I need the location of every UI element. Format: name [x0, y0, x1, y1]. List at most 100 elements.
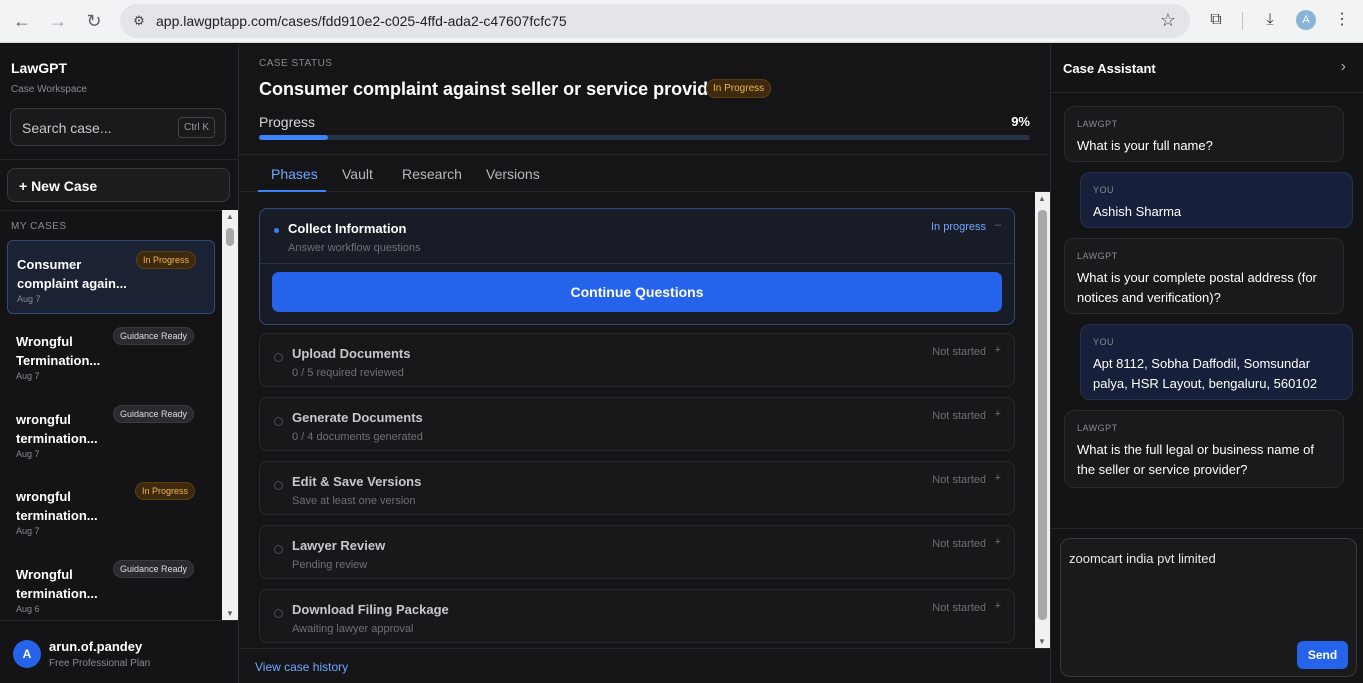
- phase-subtitle: Pending review: [292, 559, 368, 571]
- back-arrow-icon[interactable]: ←: [9, 8, 35, 34]
- case-date: Aug 6: [16, 604, 40, 614]
- scroll-up-icon[interactable]: ▲: [226, 212, 234, 221]
- collapse-toggle[interactable]: –: [995, 219, 1001, 231]
- message-input[interactable]: zoomcart india pvt limited Send: [1060, 538, 1357, 677]
- expand-toggle[interactable]: +: [995, 408, 1001, 420]
- divider: [0, 210, 239, 211]
- phase-card-download-filing-package[interactable]: Download Filing Package Awaiting lawyer …: [259, 589, 1015, 643]
- case-status-label: CASE STATUS: [259, 58, 333, 69]
- chevron-right-icon[interactable]: ›: [1341, 58, 1346, 76]
- phases-list: Collect Information Answer workflow ques…: [239, 193, 1035, 648]
- progress-label: Progress: [259, 114, 316, 130]
- expand-toggle[interactable]: +: [995, 600, 1001, 612]
- status-badge: In Progress: [706, 79, 772, 98]
- search-placeholder: Search case...: [22, 120, 112, 136]
- progress-fill: [259, 135, 329, 140]
- case-title: Consumer complaint again...: [17, 257, 127, 291]
- message-text: What is your complete postal address (fo…: [1077, 270, 1317, 305]
- page-title: Consumer complaint against seller or ser…: [259, 79, 726, 99]
- circle-icon: [274, 609, 283, 618]
- expand-toggle[interactable]: +: [995, 472, 1001, 484]
- scroll-down-icon[interactable]: ▼: [226, 609, 234, 618]
- message-text: Ashish Sharma: [1093, 204, 1182, 219]
- case-list-item[interactable]: wrongful termination... Guidance Ready A…: [7, 396, 215, 470]
- case-list-item[interactable]: Wrongful Termination... Guidance Ready A…: [7, 318, 215, 392]
- message-input-value: zoomcart india pvt limited: [1069, 551, 1216, 566]
- message-sender: LAWGPT: [1077, 251, 1118, 261]
- phases-scrollbar[interactable]: ▲ ▼: [1035, 192, 1050, 648]
- continue-questions-button[interactable]: Continue Questions: [272, 272, 1002, 312]
- circle-icon: [274, 545, 283, 554]
- scroll-up-icon[interactable]: ▲: [1038, 194, 1046, 203]
- my-cases-heading: MY CASES: [11, 221, 67, 232]
- case-list-item[interactable]: wrongful termination... In Progress Aug …: [7, 473, 215, 547]
- main-footer: View case history: [239, 648, 1050, 683]
- phase-title: Collect Information: [288, 221, 407, 236]
- chat-message: LAWGPT What is your complete postal addr…: [1064, 238, 1344, 314]
- phase-status: Not started: [932, 538, 986, 550]
- tab-bar: Phases Vault Research Versions: [239, 154, 1050, 192]
- case-list-item[interactable]: Consumer complaint again... In Progress …: [7, 240, 215, 314]
- case-list-item[interactable]: Wrongful termination... Guidance Ready A…: [7, 551, 215, 620]
- reload-icon[interactable]: ↻: [81, 8, 107, 34]
- phase-subtitle: Awaiting lawyer approval: [292, 623, 414, 635]
- forward-arrow-icon[interactable]: →: [45, 8, 71, 34]
- scroll-down-icon[interactable]: ▼: [1038, 637, 1046, 646]
- case-date: Aug 7: [17, 294, 41, 304]
- expand-toggle[interactable]: +: [995, 344, 1001, 356]
- message-composer: zoomcart india pvt limited Send: [1051, 528, 1363, 683]
- user-plan: Free Professional Plan: [49, 658, 151, 669]
- phase-title: Download Filing Package: [292, 602, 449, 617]
- expand-toggle[interactable]: +: [995, 536, 1001, 548]
- shortcut-hint: Ctrl K: [178, 117, 215, 138]
- new-case-button[interactable]: + New Case: [7, 168, 230, 202]
- scroll-thumb[interactable]: [1038, 210, 1047, 620]
- divider: [260, 263, 1014, 264]
- profile-avatar[interactable]: A: [1296, 10, 1316, 30]
- case-list-scrollbar[interactable]: ▲ ▼: [222, 210, 238, 620]
- address-bar[interactable]: ⚙ app.lawgptapp.com/cases/fdd910e2-c025-…: [120, 4, 1190, 38]
- sidebar: LawGPT Case Workspace Search case... Ctr…: [0, 44, 239, 683]
- phase-status: Not started: [932, 474, 986, 486]
- phase-title: Lawyer Review: [292, 538, 386, 553]
- circle-icon: [274, 417, 283, 426]
- site-settings-icon[interactable]: ⚙: [130, 12, 148, 30]
- user-profile[interactable]: A arun.of.pandey Free Professional Plan: [0, 620, 239, 683]
- scroll-thumb[interactable]: [226, 228, 234, 246]
- main-panel: CASE STATUS Consumer complaint against s…: [239, 44, 1050, 683]
- tab-phases[interactable]: Phases: [271, 166, 318, 182]
- extensions-icon[interactable]: ⧉: [1205, 9, 1227, 31]
- case-date: Aug 7: [16, 371, 40, 381]
- phase-card-upload-documents[interactable]: Upload Documents 0 / 5 required reviewed…: [259, 333, 1015, 387]
- case-date: Aug 7: [16, 526, 40, 536]
- assistant-title: Case Assistant: [1063, 61, 1156, 76]
- chat-message: YOU Apt 8112, Sobha Daffodil, Somsundar …: [1080, 324, 1353, 400]
- brand-name: LawGPT: [11, 60, 68, 76]
- phase-status: Not started: [932, 346, 986, 358]
- bookmark-star-icon[interactable]: ☆: [1160, 10, 1176, 31]
- progress-bar: [259, 135, 1030, 140]
- phase-subtitle: 0 / 4 documents generated: [292, 431, 423, 443]
- status-badge: Guidance Ready: [113, 560, 195, 578]
- tab-vault[interactable]: Vault: [342, 166, 373, 182]
- case-search-input[interactable]: Search case... Ctrl K: [10, 108, 226, 146]
- tab-research[interactable]: Research: [402, 166, 462, 182]
- download-icon[interactable]: ⤓: [1259, 9, 1281, 31]
- active-dot-icon: [274, 228, 279, 233]
- phase-subtitle: Save at least one version: [292, 495, 416, 507]
- phase-card-edit-save-versions[interactable]: Edit & Save Versions Save at least one v…: [259, 461, 1015, 515]
- chat-message: LAWGPT What is your full name?: [1064, 106, 1344, 162]
- case-title: wrongful termination...: [16, 489, 98, 523]
- phase-card-collect-information[interactable]: Collect Information Answer workflow ques…: [259, 208, 1015, 325]
- phase-status: In progress: [930, 221, 986, 233]
- tab-versions[interactable]: Versions: [486, 166, 540, 182]
- view-case-history-link[interactable]: View case history: [255, 660, 348, 674]
- menu-kebab-icon[interactable]: ⋮: [1331, 9, 1353, 31]
- phase-card-lawyer-review[interactable]: Lawyer Review Pending review Not started…: [259, 525, 1015, 579]
- active-tab-indicator: [258, 190, 326, 192]
- send-button[interactable]: Send: [1297, 641, 1348, 669]
- url-text[interactable]: app.lawgptapp.com/cases/fdd910e2-c025-4f…: [156, 13, 567, 29]
- status-badge: In Progress: [135, 482, 196, 500]
- phase-card-generate-documents[interactable]: Generate Documents 0 / 4 documents gener…: [259, 397, 1015, 451]
- case-list: Consumer complaint again... In Progress …: [0, 238, 222, 620]
